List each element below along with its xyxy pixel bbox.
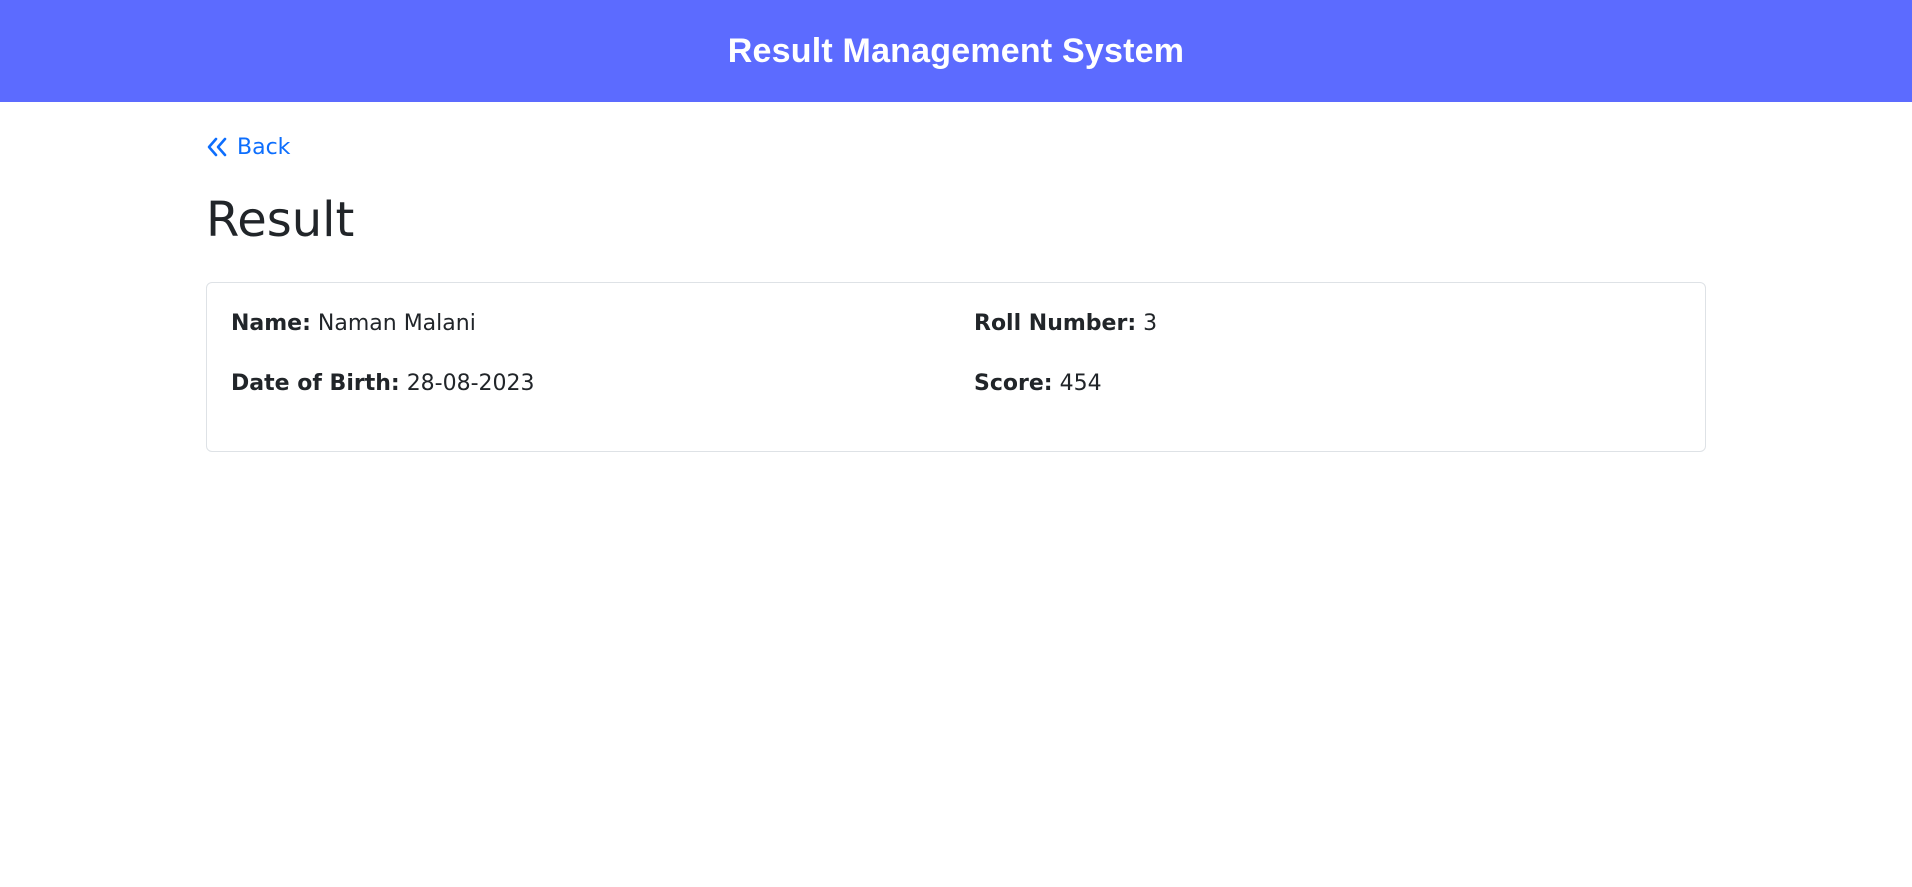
result-card: Name: Naman Malani Roll Number: 3 Date o… bbox=[206, 282, 1706, 452]
date-of-birth-value: 28-08-2023 bbox=[406, 371, 535, 396]
name-field: Name: Naman Malani bbox=[231, 309, 476, 339]
date-of-birth-label: Date of Birth: bbox=[231, 371, 400, 396]
roll-number-label: Roll Number: bbox=[974, 311, 1137, 336]
roll-number-field: Roll Number: 3 bbox=[974, 309, 1157, 339]
back-link-label: Back bbox=[237, 134, 291, 160]
page-title: Result bbox=[206, 192, 355, 248]
score-value: 454 bbox=[1059, 371, 1102, 396]
roll-number-value: 3 bbox=[1143, 311, 1158, 336]
date-of-birth-field: Date of Birth: 28-08-2023 bbox=[231, 369, 535, 399]
name-value: Naman Malani bbox=[317, 311, 476, 336]
back-link[interactable]: Back bbox=[206, 132, 290, 162]
name-label: Name: bbox=[231, 311, 311, 336]
score-label: Score: bbox=[974, 371, 1053, 396]
score-field: Score: 454 bbox=[974, 369, 1102, 399]
app-header: Result Management System bbox=[0, 0, 1912, 102]
app-title: Result Management System bbox=[727, 31, 1185, 70]
double-chevron-left-icon bbox=[206, 136, 228, 158]
